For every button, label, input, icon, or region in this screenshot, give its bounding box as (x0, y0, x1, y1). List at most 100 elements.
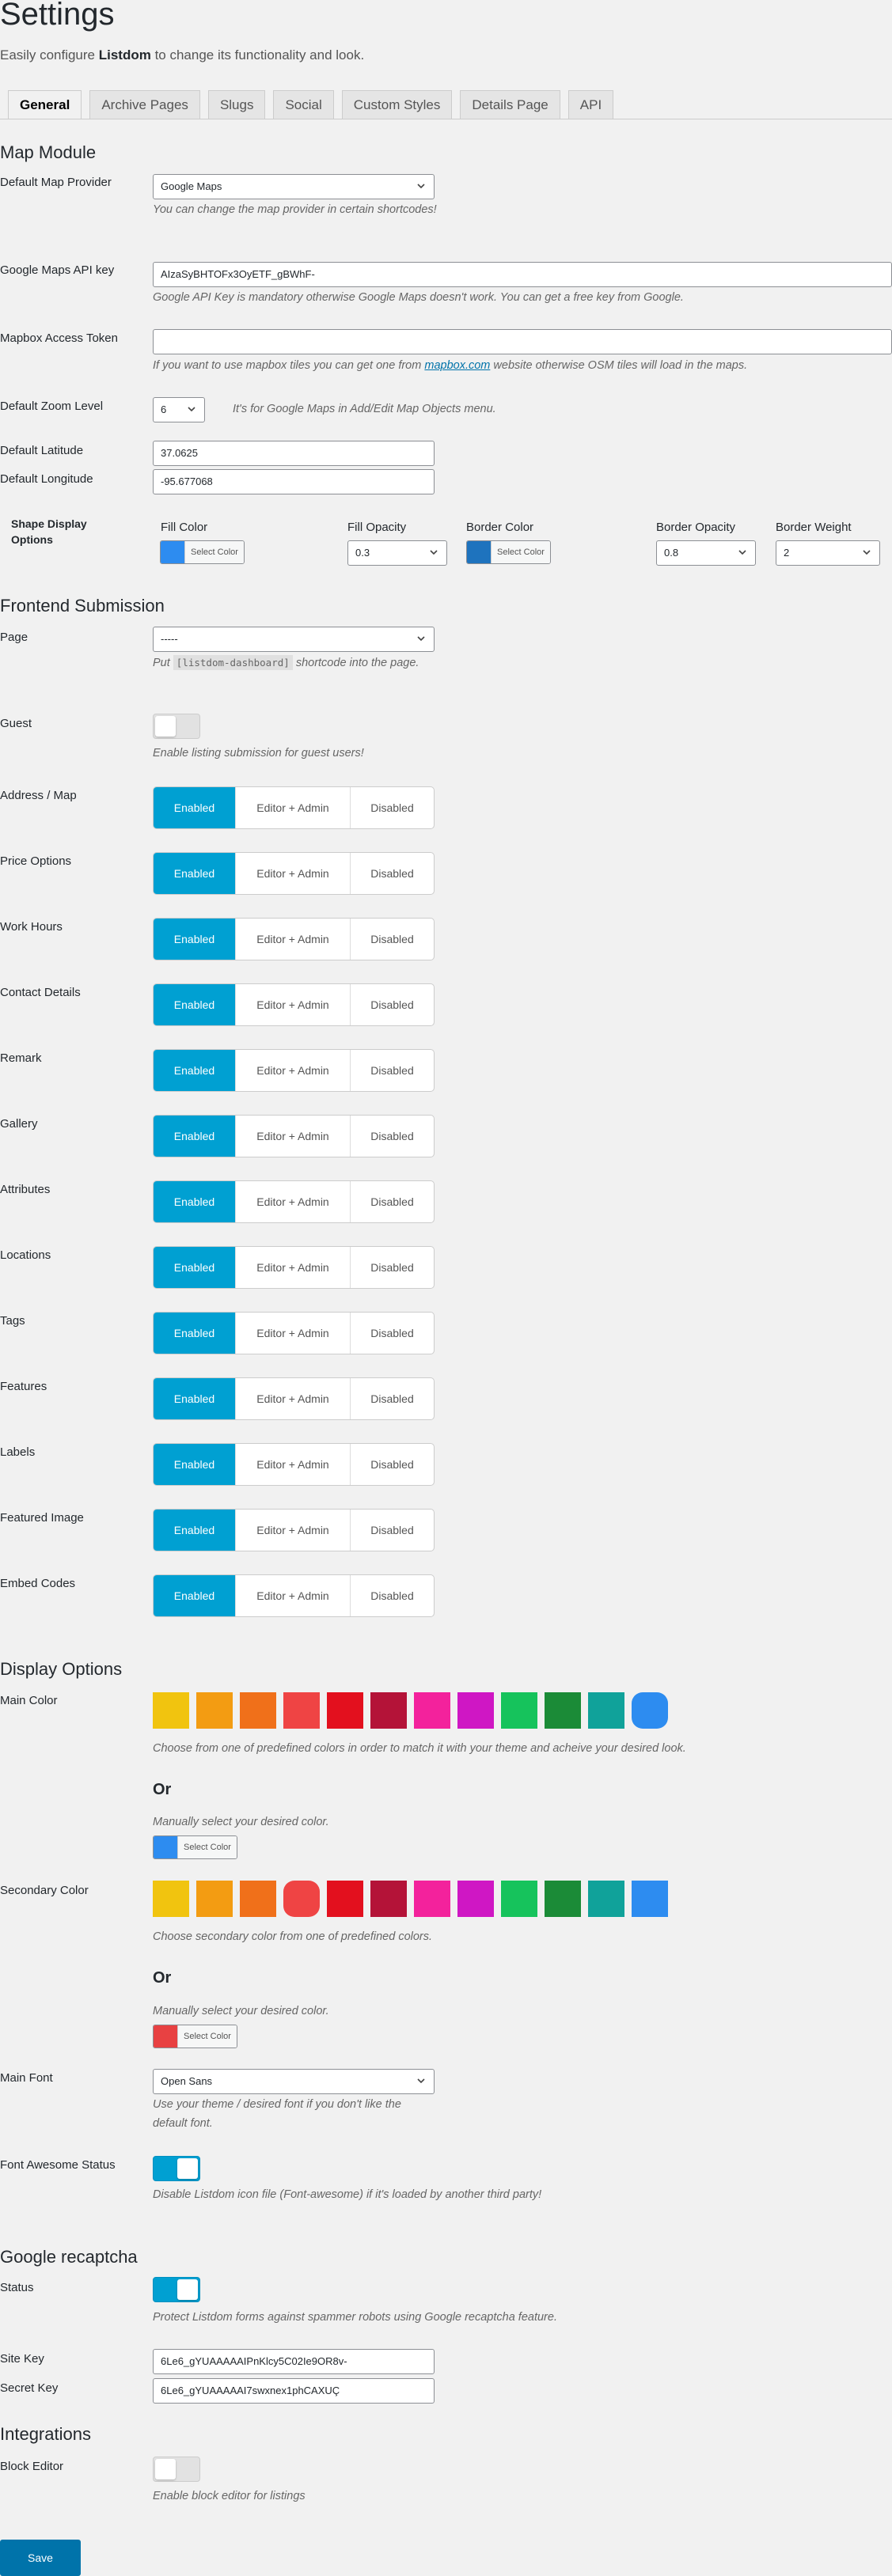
mode-editor-admin-option[interactable]: Editor + Admin (235, 1378, 351, 1419)
api-key-input[interactable]: AIzaSyBHTOFx3OyETF_gBWhF- (153, 262, 892, 287)
latitude-input[interactable]: 37.0625 (153, 441, 435, 466)
main-color-swatch[interactable] (327, 1692, 363, 1729)
mode-editor-admin-option[interactable]: Editor + Admin (235, 1575, 351, 1616)
mode-editor-admin-option[interactable]: Editor + Admin (235, 1510, 351, 1551)
main-color-swatch[interactable] (501, 1692, 537, 1729)
border-opacity-select[interactable]: 0.8 (656, 540, 756, 566)
recaptcha-status-toggle[interactable] (153, 2277, 200, 2302)
main-color-swatch[interactable] (632, 1692, 668, 1729)
mode-editor-admin-option[interactable]: Editor + Admin (235, 1116, 351, 1157)
mode-enabled-option[interactable]: Enabled (154, 1116, 235, 1157)
secondary-color-swatch[interactable] (545, 1881, 581, 1917)
mode-editor-admin-option[interactable]: Editor + Admin (235, 1181, 351, 1222)
block-editor-toggle[interactable] (153, 2457, 200, 2482)
tab-social[interactable]: Social (273, 90, 334, 119)
fill-color-picker[interactable]: Select Color (160, 540, 245, 564)
border-weight-select[interactable]: 2 (776, 540, 880, 566)
guest-toggle[interactable] (153, 714, 200, 739)
main-color-swatch[interactable] (153, 1692, 189, 1729)
mode-disabled-option[interactable]: Disabled (351, 1378, 434, 1419)
mode-disabled-option[interactable]: Disabled (351, 1116, 434, 1157)
secondary-color-swatch[interactable] (501, 1881, 537, 1917)
save-button[interactable]: Save (0, 2540, 81, 2576)
mode-disabled-option[interactable]: Disabled (351, 1575, 434, 1616)
secondary-color-picker[interactable]: Select Color (153, 2025, 237, 2048)
secondary-color-swatch[interactable] (414, 1881, 450, 1917)
mode-editor-admin-option[interactable]: Editor + Admin (235, 787, 351, 828)
mode-enabled-option[interactable]: Enabled (154, 1181, 235, 1222)
mode-editor-admin-option[interactable]: Editor + Admin (235, 1247, 351, 1288)
mode-disabled-option[interactable]: Disabled (351, 1510, 434, 1551)
mode-editor-admin-option[interactable]: Editor + Admin (235, 984, 351, 1025)
zoom-select[interactable]: 6 (153, 397, 205, 422)
secondary-color-swatch[interactable] (632, 1881, 668, 1917)
mode-enabled-option[interactable]: Enabled (154, 1378, 235, 1419)
secondary-color-swatch[interactable] (457, 1881, 494, 1917)
secondary-color-swatch[interactable] (327, 1881, 363, 1917)
mapbox-link[interactable]: mapbox.com (424, 359, 490, 372)
secondary-color-swatch[interactable] (588, 1881, 624, 1917)
or-label: Or (153, 1781, 172, 1798)
main-color-swatch[interactable] (283, 1692, 320, 1729)
main-color-swatch[interactable] (414, 1692, 450, 1729)
shortcode: [listdom-dashboard] (173, 655, 293, 670)
mode-enabled-option[interactable]: Enabled (154, 1444, 235, 1485)
secondary-color-swatch[interactable] (240, 1881, 276, 1917)
mode-disabled-option[interactable]: Disabled (351, 787, 434, 828)
site-key-input[interactable]: 6Le6_gYUAAAAAIPnKlcy5C02Ie9OR8v- (153, 2349, 435, 2374)
main-color-swatch[interactable] (545, 1692, 581, 1729)
mode-disabled-option[interactable]: Disabled (351, 1444, 434, 1485)
mode-enabled-option[interactable]: Enabled (154, 1050, 235, 1091)
tab-details-page[interactable]: Details Page (460, 90, 560, 119)
mode-disabled-option[interactable]: Disabled (351, 1313, 434, 1354)
mapbox-token-input[interactable] (153, 329, 892, 354)
mode-disabled-option[interactable]: Disabled (351, 1050, 434, 1091)
mode-enabled-option[interactable]: Enabled (154, 1313, 235, 1354)
frontend-title: Frontend Submission (0, 596, 165, 616)
tab-api[interactable]: API (567, 90, 614, 119)
map-provider-label: Default Map Provider (0, 176, 112, 189)
mode-editor-admin-option[interactable]: Editor + Admin (235, 1313, 351, 1354)
main-color-swatch[interactable] (588, 1692, 624, 1729)
main-color-swatch[interactable] (196, 1692, 233, 1729)
mode-enabled-option[interactable]: Enabled (154, 984, 235, 1025)
mode-enabled-option[interactable]: Enabled (154, 1510, 235, 1551)
secondary-color-swatch[interactable] (283, 1881, 320, 1917)
font-awesome-toggle[interactable] (153, 2156, 200, 2181)
tab-archive-pages[interactable]: Archive Pages (89, 90, 200, 119)
secondary-color-swatch[interactable] (153, 1881, 189, 1917)
mode-disabled-option[interactable]: Disabled (351, 984, 434, 1025)
main-color-swatch[interactable] (457, 1692, 494, 1729)
mode-editor-admin-option[interactable]: Editor + Admin (235, 919, 351, 960)
mode-editor-admin-option[interactable]: Editor + Admin (235, 853, 351, 894)
tab-general[interactable]: General (8, 90, 82, 119)
fill-opacity-select[interactable]: 0.3 (347, 540, 447, 566)
integrations-title: Integrations (0, 2424, 91, 2444)
longitude-input[interactable]: -95.677068 (153, 469, 435, 494)
secret-key-input[interactable]: 6Le6_gYUAAAAAI7swxnex1phCAXUÇ (153, 2378, 435, 2404)
map-provider-select[interactable]: Google Maps (153, 174, 435, 199)
border-color-picker[interactable]: Select Color (466, 540, 551, 564)
mode-disabled-option[interactable]: Disabled (351, 853, 434, 894)
mode-enabled-option[interactable]: Enabled (154, 919, 235, 960)
secondary-color-swatch[interactable] (196, 1881, 233, 1917)
mode-enabled-option[interactable]: Enabled (154, 1247, 235, 1288)
main-color-picker[interactable]: Select Color (153, 1835, 237, 1859)
mode-enabled-option[interactable]: Enabled (154, 1575, 235, 1616)
tab-custom-styles[interactable]: Custom Styles (341, 90, 453, 119)
mode-enabled-option[interactable]: Enabled (154, 853, 235, 894)
mode-disabled-option[interactable]: Disabled (351, 919, 434, 960)
mode-editor-admin-option[interactable]: Editor + Admin (235, 1050, 351, 1091)
field-label: Work Hours (0, 920, 63, 934)
main-font-select[interactable]: Open Sans (153, 2069, 435, 2094)
mode-editor-admin-option[interactable]: Editor + Admin (235, 1444, 351, 1485)
dashboard-page-select[interactable]: ----- (153, 627, 435, 652)
tab-slugs[interactable]: Slugs (207, 90, 266, 119)
main-color-swatch[interactable] (370, 1692, 407, 1729)
mode-disabled-option[interactable]: Disabled (351, 1181, 434, 1222)
mode-enabled-option[interactable]: Enabled (154, 787, 235, 828)
secondary-color-swatch[interactable] (370, 1881, 407, 1917)
page-title: Settings (0, 0, 115, 32)
main-color-swatch[interactable] (240, 1692, 276, 1729)
mode-disabled-option[interactable]: Disabled (351, 1247, 434, 1288)
